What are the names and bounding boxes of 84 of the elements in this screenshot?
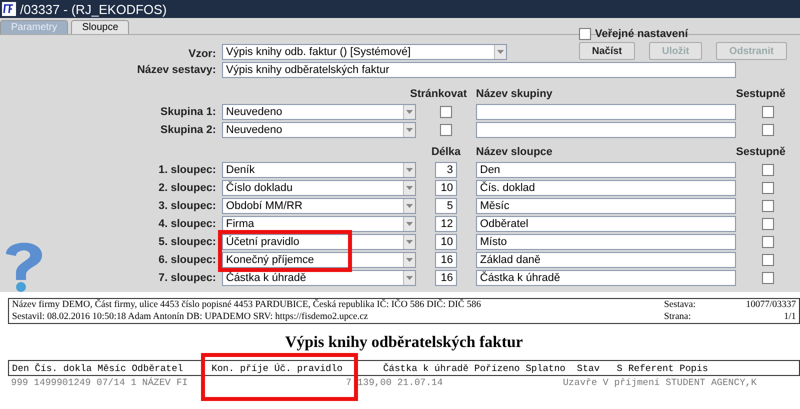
checkbox[interactable] (762, 182, 774, 194)
field-label: 6. sloupec: (158, 254, 217, 266)
input-field[interactable]: Čís. doklad (476, 180, 736, 196)
dropdown-field[interactable]: Neuvedeno (222, 122, 416, 138)
field-label: 5. sloupec: (158, 236, 217, 248)
dropdown-field[interactable]: Neuvedeno (222, 104, 416, 120)
field-label: 1. sloupec: (158, 164, 217, 176)
dropdown-field[interactable]: Částka k úhradě (222, 270, 416, 286)
report-header-text: Název firmy DEMO, Část firmy, ulice 4453 číslo popisné 4453 PARDUBICE, Česká republika IČ: IČO 586 DIČ: DIČ 586 (12, 300, 481, 310)
checkbox[interactable] (762, 164, 774, 176)
checkbox[interactable] (440, 106, 452, 118)
input-field[interactable]: Výpis knihy odběratelských faktur (222, 62, 736, 78)
window-title: /03337 - (RJ_EKODFOS) (20, 2, 167, 16)
input-field[interactable]: Částka k úhradě (476, 270, 736, 286)
length-field[interactable]: 12 (435, 216, 457, 232)
column-header: Název skupiny (476, 88, 554, 100)
report-header-text: Sestavil: 08.02.2016 10:50:18 Adam Antonín DB: UPADEMO SRV: https://fisdemo2.upce.cz (12, 312, 370, 322)
dropdown-arrow-icon (406, 110, 413, 114)
column-header: Délka (430, 146, 462, 158)
dropdown-arrow-icon (406, 128, 413, 132)
info-label: Strana: (664, 312, 692, 322)
table-cell-text: 999 1499901249 07/14 1 NÁZEV FI (10, 377, 189, 388)
field-label: Skupina 1: (159, 106, 217, 118)
field-label: 3. sloupec: (158, 200, 217, 212)
dropdown-field[interactable]: Deník (222, 162, 416, 178)
action-button[interactable]: Načíst (579, 42, 636, 60)
dropdown-field[interactable]: Číslo dokladu (222, 180, 416, 196)
dropdown-field[interactable]: Výpis knihy odb. faktur () [Systémové] (222, 44, 507, 60)
length-field[interactable]: 3 (435, 162, 457, 178)
checkbox[interactable] (762, 272, 774, 284)
info-value: 10077/03337 (744, 300, 796, 310)
dropdown-arrow-icon (406, 276, 413, 280)
info-value: 1/1 (782, 312, 796, 322)
field-label: 4. sloupec: (158, 218, 217, 230)
dropdown-arrow-icon (406, 258, 413, 262)
field-label: 2. sloupec: (158, 182, 217, 194)
dropdown-arrow-icon (406, 204, 413, 208)
length-field[interactable]: 16 (435, 270, 457, 286)
app-logo-icon (2, 2, 16, 16)
length-field[interactable]: 10 (435, 180, 457, 196)
input-field[interactable]: Základ daně (476, 252, 736, 268)
dropdown-field[interactable]: Konečný příjemce (222, 252, 416, 268)
field-label: Vzor: (188, 48, 217, 60)
column-heading: Kon. příje Úč. pravidlo (210, 362, 344, 374)
input-field[interactable]: Odběratel (476, 216, 736, 232)
checkbox[interactable] (762, 236, 774, 248)
info-label: Sestava: (664, 300, 697, 310)
checkbox[interactable] (440, 124, 452, 136)
checkbox[interactable] (579, 28, 591, 40)
table-cell-text: 7 139,00 21.07.14 (344, 377, 443, 388)
dropdown-arrow-icon (406, 186, 413, 190)
column-header: Stránkovat (410, 88, 468, 100)
input-field[interactable]: Měsíc (476, 198, 736, 214)
length-field[interactable]: 10 (435, 234, 457, 250)
field-label: Skupina 2: (159, 124, 217, 136)
field-label: 7. sloupec: (158, 272, 217, 284)
dropdown-field[interactable]: Účetní pravidlo (222, 234, 416, 250)
dropdown-arrow-icon (406, 168, 413, 172)
dropdown-arrow-icon (406, 240, 413, 244)
input-field[interactable] (476, 104, 736, 120)
dropdown-field[interactable]: Firma (222, 216, 416, 232)
checkbox[interactable] (762, 218, 774, 230)
field-label: Název sestavy: (136, 64, 217, 76)
checkbox[interactable] (762, 254, 774, 266)
column-heading: Částka k úhradě Pořízeno Splatno Stav S Referent Popis (382, 362, 710, 374)
input-field[interactable]: Den (476, 162, 736, 178)
length-field[interactable]: 16 (435, 252, 457, 268)
input-field[interactable] (476, 122, 736, 138)
checkbox[interactable] (762, 106, 774, 118)
column-header: Sestupně (736, 146, 787, 158)
column-header: Sestupně (736, 88, 787, 100)
checkbox-label: Veřejné nastavení (595, 28, 688, 40)
column-header: Název sloupce (476, 146, 554, 158)
checkbox[interactable] (762, 124, 774, 136)
length-field[interactable]: 5 (435, 198, 457, 214)
input-field[interactable]: Místo (476, 234, 736, 250)
dropdown-field[interactable]: Období MM/RR (222, 198, 416, 214)
dropdown-arrow-icon (406, 222, 413, 226)
dropdown-arrow-icon (497, 50, 504, 54)
report-title: Výpis knihy odběratelských faktur (284, 334, 524, 352)
tab[interactable]: Sloupce (71, 20, 130, 34)
column-heading: Den Čís. dokla Měsíc Odběratel (11, 362, 184, 374)
checkbox[interactable] (762, 200, 774, 212)
table-cell-text: Uzavře V příjmení STUDENT AGENCY,K (562, 377, 758, 388)
